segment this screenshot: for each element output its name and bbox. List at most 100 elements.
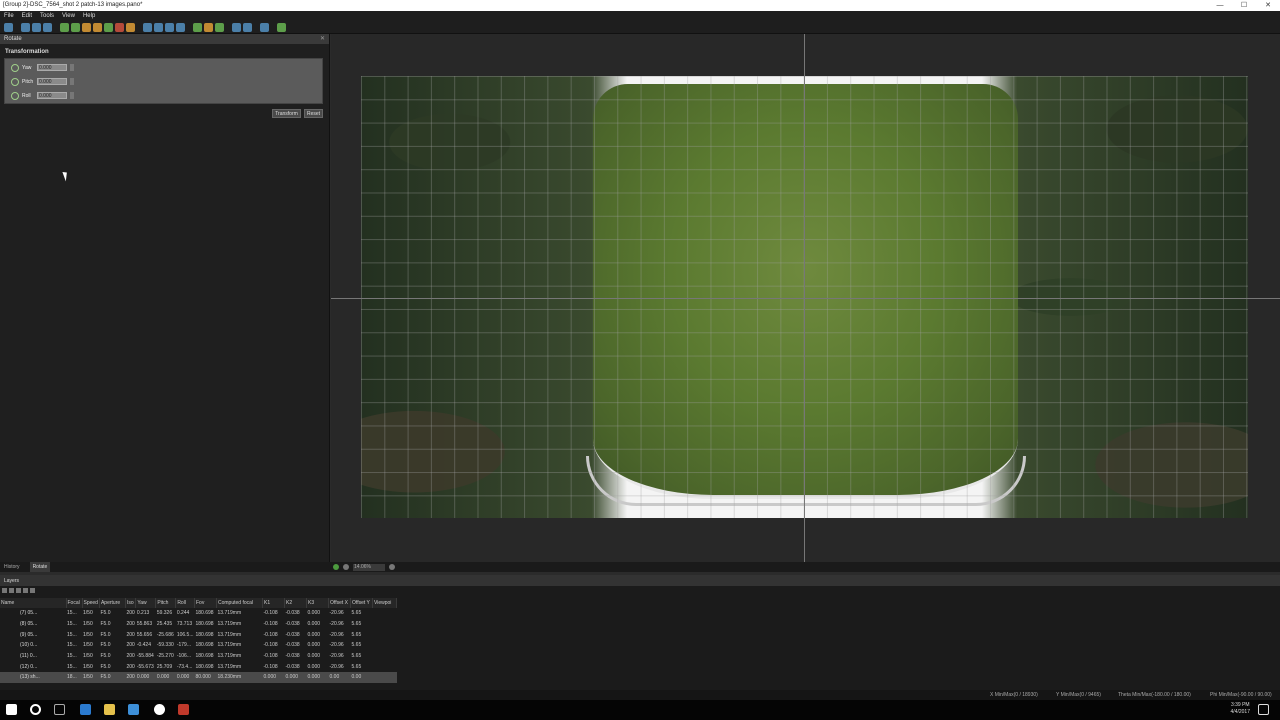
- zoom-icon[interactable]: [176, 22, 185, 32]
- zoom-in-icon[interactable]: [389, 564, 395, 570]
- column-header[interactable]: Yaw: [135, 598, 157, 608]
- search-icon[interactable]: [30, 704, 41, 715]
- panorama-viewport[interactable]: [331, 34, 1280, 562]
- menu-view[interactable]: View: [62, 11, 75, 21]
- layer-row[interactable]: (12) 0... 15... 1/50 F5.0 200 -55.673 25.709 -7…: [0, 661, 397, 672]
- store-icon[interactable]: [128, 704, 139, 715]
- xbox-icon[interactable]: [154, 704, 165, 715]
- column-header[interactable]: Roll: [175, 598, 195, 608]
- column-header[interactable]: K1: [262, 598, 285, 608]
- settings-icon[interactable]: [243, 22, 252, 32]
- column-header[interactable]: K3: [306, 598, 329, 608]
- column-header[interactable]: Computed focal: [216, 598, 263, 608]
- layer-name-cell: (7) 05...: [20, 610, 38, 617]
- column-header[interactable]: Iso: [125, 598, 137, 608]
- layer-row[interactable]: (10) 0... 15... 1/50 F5.0 200 -0.424 -59.330 -1…: [0, 640, 397, 651]
- layer-row[interactable]: (11) 0... 15... 1/50 F5.0 200 -55.884 -25.270-…: [0, 651, 397, 662]
- layer-tool-icon[interactable]: [2, 588, 7, 593]
- move-icon[interactable]: [143, 22, 152, 32]
- column-header[interactable]: Offset Y: [350, 598, 373, 608]
- reset-button[interactable]: Reset: [304, 109, 323, 118]
- rotate-icon[interactable]: [154, 22, 163, 32]
- crop-icon[interactable]: [93, 22, 102, 32]
- column-header[interactable]: Speed: [82, 598, 100, 608]
- layer-tool-icon[interactable]: [30, 588, 35, 593]
- level-icon[interactable]: [126, 22, 135, 32]
- column-header[interactable]: Focal: [66, 598, 83, 608]
- transformation-group: Yaw 0.000 Pitch 0.000 Roll 0.000: [4, 58, 323, 104]
- layer-cell: -0.108: [263, 653, 278, 660]
- system-clock[interactable]: 3:39 PM 4/4/2017: [1231, 702, 1250, 716]
- layer-cell: 200: [126, 653, 135, 660]
- layer-cell: 180.698: [195, 663, 214, 670]
- stitch-icon[interactable]: [193, 22, 202, 32]
- column-header[interactable]: Fov: [194, 598, 217, 608]
- layer-cell: 15...: [67, 610, 77, 617]
- optimize-icon[interactable]: [104, 22, 113, 32]
- column-header[interactable]: Pitch: [155, 598, 177, 608]
- save-icon[interactable]: [43, 22, 52, 32]
- layer-cell: 1/50: [82, 672, 100, 683]
- render-icon[interactable]: [232, 22, 241, 32]
- layer-tool-icon[interactable]: [9, 588, 14, 593]
- zoom-level[interactable]: 14.06%: [353, 563, 385, 571]
- menu-tools[interactable]: Tools: [40, 11, 54, 21]
- layer-tool-icon[interactable]: [16, 588, 21, 593]
- layer-cell: 13.719mm: [217, 663, 242, 670]
- preview-icon[interactable]: [215, 22, 224, 32]
- menu-file[interactable]: File: [4, 11, 14, 21]
- preview-status-icon[interactable]: [333, 564, 339, 570]
- roll-input[interactable]: 0.000: [37, 92, 67, 99]
- minimize-button[interactable]: —: [1208, 0, 1232, 11]
- pitch-spinner[interactable]: [70, 78, 74, 85]
- undo-icon[interactable]: [21, 22, 30, 32]
- redo-icon[interactable]: [32, 22, 41, 32]
- new-project-icon[interactable]: [4, 22, 13, 32]
- remove-icon[interactable]: [115, 22, 124, 32]
- close-button[interactable]: ✕: [1256, 0, 1280, 11]
- layer-cell: 1/50: [83, 621, 93, 628]
- maximize-button[interactable]: ☐: [1232, 0, 1256, 11]
- zoom-out-icon[interactable]: [343, 564, 349, 570]
- layer-row[interactable]: (7) 05... 15... 1/50 F5.0 200 0.213 59.326 0.24…: [0, 608, 397, 619]
- color-icon[interactable]: [204, 22, 213, 32]
- tools-icon[interactable]: [260, 22, 269, 32]
- yaw-input[interactable]: 0.000: [37, 64, 67, 71]
- edge-icon[interactable]: [80, 704, 91, 715]
- close-icon[interactable]: ✕: [320, 34, 325, 44]
- windows-start-icon[interactable]: [6, 704, 17, 715]
- tab-rotate[interactable]: Rotate: [29, 562, 51, 572]
- control-points-icon[interactable]: [71, 22, 80, 32]
- menu-edit[interactable]: Edit: [22, 11, 32, 21]
- layer-cell: -59.330: [156, 642, 174, 649]
- layer-cell: -73.4...: [176, 663, 193, 670]
- task-view-icon[interactable]: [54, 704, 65, 715]
- column-header[interactable]: K2: [284, 598, 307, 608]
- mask-icon[interactable]: [82, 22, 91, 32]
- app-icon[interactable]: [178, 704, 189, 715]
- layer-cell: -0.038: [285, 621, 300, 628]
- column-header[interactable]: Aperture: [99, 598, 126, 608]
- column-header[interactable]: Name: [0, 598, 67, 608]
- layer-cell: [373, 629, 397, 640]
- yaw-spinner[interactable]: [70, 64, 74, 71]
- column-header[interactable]: Viewpoi: [372, 598, 397, 608]
- layer-cell: F5.0: [100, 621, 111, 628]
- fit-icon[interactable]: [165, 22, 174, 32]
- roll-spinner[interactable]: [70, 92, 74, 99]
- tab-history[interactable]: History: [4, 562, 20, 572]
- layer-row[interactable]: (9) 05... 15... 1/50 F5.0 200 55.656 -25.686 10…: [0, 629, 397, 640]
- layer-cell: 5.65: [351, 631, 362, 638]
- layer-row[interactable]: (8) 05... 15... 1/50 F5.0 200 55.863 25.435 73.…: [0, 619, 397, 630]
- layer-cell: 5.65: [351, 653, 362, 660]
- layer-row[interactable]: (13) sh... 18... 1/50 F5.0 200 0.000 0.000 0.00…: [0, 672, 397, 683]
- menu-help[interactable]: Help: [83, 11, 95, 21]
- help-icon[interactable]: [277, 22, 286, 32]
- add-images-icon[interactable]: [60, 22, 69, 32]
- layer-tool-icon[interactable]: [23, 588, 28, 593]
- pitch-input[interactable]: 0.000: [37, 78, 67, 85]
- column-header[interactable]: Offset X: [328, 598, 351, 608]
- file-explorer-icon[interactable]: [104, 704, 115, 715]
- transform-button[interactable]: Transform: [272, 109, 301, 118]
- notifications-icon[interactable]: [1258, 704, 1269, 715]
